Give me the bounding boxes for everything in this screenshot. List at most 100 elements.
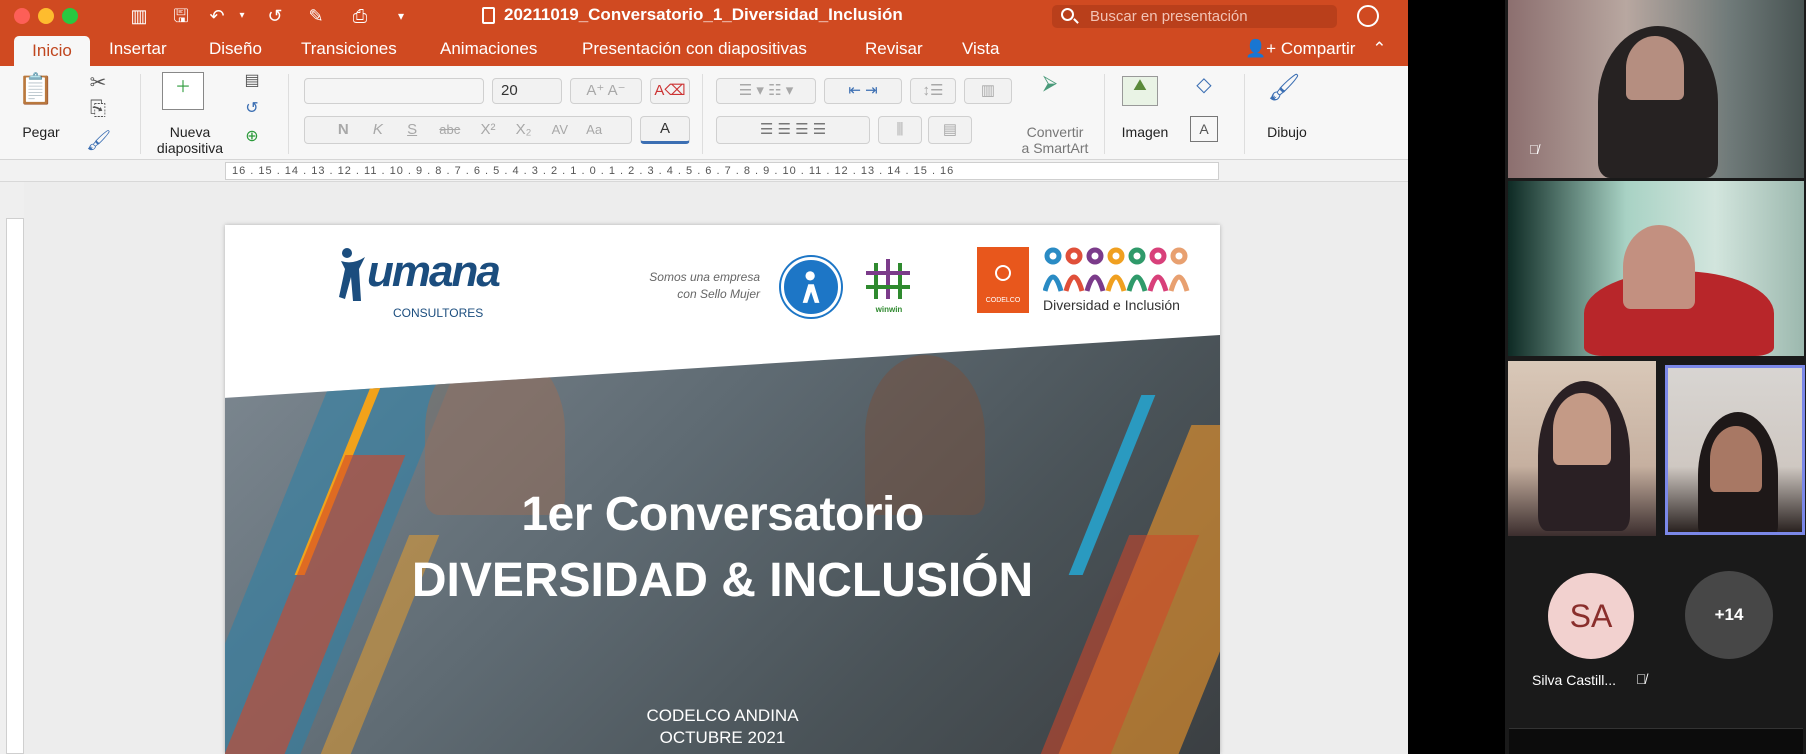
sello-line-1: Somos una empresa bbox=[649, 270, 760, 284]
reset-slide-icon[interactable]: ↺ bbox=[240, 98, 264, 118]
font-size-grow-shrink[interactable]: A⁺ A⁻ bbox=[570, 78, 642, 104]
paste-icon[interactable]: 📋 bbox=[16, 72, 56, 108]
drawing-label[interactable]: Dibujo bbox=[1256, 124, 1318, 140]
sello-mujer-badge-icon bbox=[781, 257, 841, 317]
feedback-smiley-icon[interactable] bbox=[1357, 5, 1379, 27]
text-direction-icon[interactable]: ⫼ bbox=[878, 116, 922, 144]
subscript-button[interactable]: X₂ bbox=[516, 121, 532, 138]
add-person-icon: 👤+ bbox=[1245, 39, 1281, 58]
ribbon-divider bbox=[1244, 74, 1245, 154]
new-slide-label-2[interactable]: diapositiva bbox=[150, 140, 230, 156]
underline-button[interactable]: S bbox=[407, 121, 417, 138]
char-spacing-button[interactable]: AV bbox=[552, 122, 568, 137]
copy-icon[interactable]: ⎘ bbox=[86, 98, 110, 121]
collapse-ribbon-icon[interactable]: ⌃ bbox=[1372, 39, 1386, 58]
redo-icon[interactable]: ↺ bbox=[262, 4, 288, 28]
tab-vista[interactable]: Vista bbox=[962, 39, 1000, 59]
ribbon-divider bbox=[1104, 74, 1105, 154]
strikethrough-button[interactable]: abc bbox=[439, 122, 460, 137]
humana-logo-text: umana bbox=[367, 247, 501, 296]
columns-icon[interactable]: ▥ bbox=[964, 78, 1012, 104]
shapes-icon[interactable]: ◇ bbox=[1190, 72, 1218, 97]
save-icon[interactable]: 🖫 bbox=[168, 4, 194, 28]
title-bar: ▥ 🖫 ↶ ▾ ↺ ✎ ⎙ ▾ 20211019_Conversatorio_1… bbox=[0, 0, 1408, 32]
smartart-label-2[interactable]: a SmartArt bbox=[1010, 140, 1100, 156]
undo-dropdown-icon[interactable]: ▾ bbox=[229, 4, 255, 28]
layout-icon[interactable]: ▤ bbox=[240, 70, 264, 90]
tab-insertar[interactable]: Insertar bbox=[109, 39, 167, 59]
tab-transiciones[interactable]: Transiciones bbox=[301, 39, 397, 59]
horizontal-ruler: 16 . 15 . 14 . 13 . 12 . 11 . 10 . 9 . 8… bbox=[0, 160, 1408, 182]
image-icon[interactable]: ⛰ bbox=[1122, 76, 1158, 106]
paste-label[interactable]: Pegar bbox=[16, 124, 66, 140]
indent-buttons[interactable]: ⇤ ⇥ bbox=[824, 78, 902, 104]
maximize-window-button[interactable] bbox=[62, 8, 78, 24]
screen: ▥ 🖫 ↶ ▾ ↺ ✎ ⎙ ▾ 20211019_Conversatorio_1… bbox=[0, 0, 1806, 754]
bold-button[interactable]: N bbox=[338, 121, 349, 138]
font-style-group: N K S abc X² X₂ AV Aa bbox=[304, 116, 632, 144]
slide-title-line-1: 1er Conversatorio bbox=[521, 488, 924, 541]
change-case-button[interactable]: Aa bbox=[586, 122, 602, 137]
tab-revisar[interactable]: Revisar bbox=[865, 39, 923, 59]
diversidad-people-logo bbox=[1043, 247, 1190, 292]
section-icon[interactable]: ⊕ bbox=[240, 126, 264, 146]
tab-diseno[interactable]: Diseño bbox=[209, 39, 262, 59]
clear-format-icon[interactable]: A⌫ bbox=[650, 78, 690, 104]
sidebar-toggle-icon[interactable]: ▥ bbox=[126, 4, 152, 28]
codelco-label: CODELCO bbox=[985, 297, 1021, 304]
document-icon bbox=[482, 7, 495, 24]
participant-video-tile[interactable] bbox=[1508, 181, 1804, 356]
align-text-icon[interactable]: ▤ bbox=[928, 116, 972, 144]
more-participants-button[interactable]: +14 bbox=[1685, 571, 1773, 659]
format-painter-icon[interactable]: 🖌 bbox=[86, 128, 111, 153]
drawing-icon[interactable]: 🖌 bbox=[1262, 72, 1306, 108]
tab-inicio[interactable]: Inicio bbox=[14, 36, 90, 66]
participant-video-tile[interactable] bbox=[1508, 361, 1656, 536]
ribbon-divider bbox=[140, 74, 141, 154]
font-size-select[interactable]: 20 bbox=[492, 78, 562, 104]
slide[interactable]: umana CONSULTORES Somos una empresa con … bbox=[225, 225, 1220, 754]
tab-presentacion[interactable]: Presentación con diapositivas bbox=[582, 39, 807, 59]
tab-animaciones[interactable]: Animaciones bbox=[440, 39, 537, 59]
search-input[interactable]: Buscar en presentación bbox=[1052, 5, 1337, 28]
ribbon: 📋 Pegar ✂ ⎘ 🖌 ＋ Nueva diapositiva ▤ ↺ ⊕ … bbox=[0, 66, 1408, 160]
font-family-select[interactable] bbox=[304, 78, 484, 104]
line-spacing-icon[interactable]: ↕☰ bbox=[910, 78, 956, 104]
text-box-icon[interactable]: A bbox=[1190, 116, 1218, 142]
customize-toolbar-icon[interactable]: ▾ bbox=[388, 4, 414, 28]
smartart-label-1[interactable]: Convertir bbox=[1010, 124, 1100, 140]
participant-face bbox=[1623, 225, 1695, 309]
document-title: 20211019_Conversatorio_1_Diversidad_Incl… bbox=[504, 5, 903, 24]
smartart-icon[interactable]: ⮚ bbox=[1030, 72, 1070, 102]
edit-icon[interactable]: ✎ bbox=[303, 4, 329, 28]
share-label: Compartir bbox=[1280, 39, 1356, 58]
undo-icon[interactable]: ↶ bbox=[204, 4, 230, 28]
diversidad-label: Diversidad e Inclusión bbox=[1043, 297, 1180, 313]
codelco-emblem-icon bbox=[995, 265, 1011, 281]
participant-avatar[interactable]: SA bbox=[1548, 573, 1634, 659]
image-label[interactable]: Imagen bbox=[1112, 124, 1178, 140]
close-window-button[interactable] bbox=[14, 8, 30, 24]
align-buttons[interactable]: ☰ ☰ ☰ ☰ bbox=[716, 116, 870, 144]
participant-video-tile[interactable]: 🎙̸ bbox=[1508, 0, 1804, 178]
search-icon bbox=[1061, 8, 1074, 21]
ribbon-divider bbox=[702, 74, 703, 154]
new-slide-icon[interactable]: ＋ bbox=[162, 72, 204, 110]
new-slide-label-1[interactable]: Nueva bbox=[150, 124, 230, 140]
winwin-label: winwin bbox=[875, 305, 903, 314]
italic-button[interactable]: K bbox=[373, 121, 383, 138]
sello-line-2: con Sello Mujer bbox=[677, 287, 760, 301]
font-color-icon[interactable]: A bbox=[640, 116, 690, 144]
participant-face bbox=[1626, 36, 1684, 100]
share-button[interactable]: 👤+ Compartir ⌃ bbox=[1245, 39, 1386, 59]
mic-off-icon: 🎙̸ bbox=[1529, 142, 1539, 157]
cut-icon[interactable]: ✂ bbox=[86, 70, 110, 95]
ribbon-divider bbox=[288, 74, 289, 154]
active-speaker-video-tile[interactable] bbox=[1665, 365, 1805, 535]
print-icon[interactable]: ⎙ bbox=[347, 4, 373, 28]
minimize-window-button[interactable] bbox=[38, 8, 54, 24]
slide-company: CODELCO ANDINA bbox=[646, 706, 799, 725]
slide-background-photo bbox=[225, 335, 1220, 754]
list-buttons[interactable]: ☰ ▾ ☷ ▾ bbox=[716, 78, 816, 104]
superscript-button[interactable]: X² bbox=[480, 121, 495, 138]
